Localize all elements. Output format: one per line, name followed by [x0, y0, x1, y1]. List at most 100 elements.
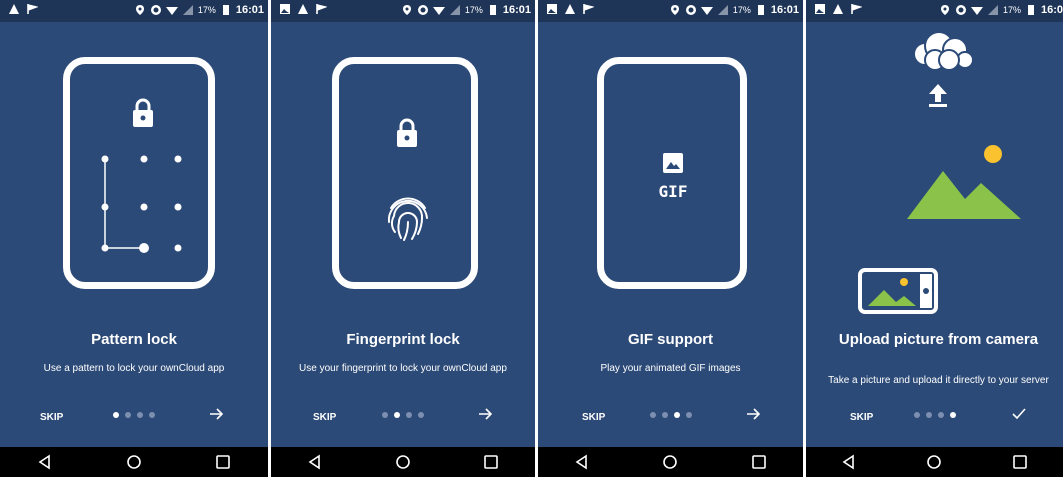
- back-icon[interactable]: [839, 452, 859, 472]
- battery-percent: 17%: [1002, 5, 1021, 15]
- screen-title: GIF support: [628, 331, 713, 348]
- warning-icon: [9, 4, 19, 14]
- page-dot-2: [925, 412, 932, 418]
- screen-subtitle: Use your fingerprint to lock your ownClo…: [299, 363, 507, 374]
- status-bar: 17% 16:01: [538, 0, 803, 22]
- page-dot-1: [649, 412, 656, 418]
- home-icon[interactable]: [660, 452, 680, 472]
- arrow-right-icon[interactable]: [745, 406, 761, 422]
- back-icon[interactable]: [305, 452, 325, 472]
- battery-icon: [489, 5, 496, 15]
- location-icon: [670, 5, 679, 15]
- onboarding-screen-pattern-lock: 17% 16:01 Pattern lock Use a pattern to …: [0, 0, 268, 477]
- battery-percent: 17%: [464, 5, 483, 15]
- home-icon[interactable]: [393, 452, 413, 472]
- sync-icon: [417, 5, 428, 15]
- page-dot-1: [913, 412, 920, 418]
- checkmark-icon[interactable]: [1011, 406, 1027, 422]
- status-bar: 17% 16:01: [271, 0, 535, 22]
- warning-icon: [565, 4, 575, 14]
- image-notification-icon: [815, 4, 825, 14]
- home-icon[interactable]: [124, 452, 144, 472]
- recents-icon[interactable]: [213, 452, 233, 472]
- screen-subtitle: Play your animated GIF images: [600, 363, 741, 374]
- location-icon: [402, 5, 411, 15]
- page-dot-3: [673, 412, 680, 418]
- page-dot-3: [406, 412, 412, 418]
- battery-icon: [757, 5, 764, 15]
- battery-icon: [1027, 5, 1034, 15]
- onboarding-screen-fingerprint-lock: 17% 16:01 Fingerprint lock Use your fing…: [271, 0, 535, 477]
- home-icon[interactable]: [924, 452, 944, 472]
- page-dot-3: [137, 412, 143, 418]
- page-dot-4: [949, 412, 956, 418]
- onboarding-screen-camera-upload: 17% 16:0 Upload picture from camera Take…: [806, 0, 1063, 477]
- page-dot-3: [937, 412, 944, 418]
- arrow-right-icon[interactable]: [208, 406, 224, 422]
- navigation-bar: [0, 447, 268, 477]
- navigation-bar: [806, 447, 1063, 477]
- recents-icon[interactable]: [1010, 452, 1030, 472]
- sync-icon: [685, 5, 696, 15]
- back-icon[interactable]: [572, 452, 592, 472]
- status-bar: 17% 16:0: [806, 0, 1063, 22]
- back-icon[interactable]: [35, 452, 55, 472]
- clock: 16:01: [770, 4, 799, 16]
- recents-icon[interactable]: [481, 452, 501, 472]
- wifi-icon: [970, 7, 983, 15]
- battery-percent: 17%: [732, 5, 751, 15]
- clock: 16:01: [502, 4, 531, 16]
- battery-icon: [222, 5, 229, 15]
- warning-icon: [833, 4, 843, 14]
- flag-icon: [583, 4, 594, 14]
- navigation-bar: [271, 447, 535, 477]
- gif-label: GIF: [658, 182, 688, 201]
- navigation-bar: [538, 447, 803, 477]
- flag-icon: [851, 4, 862, 14]
- page-dot-2: [394, 412, 400, 418]
- phone-illustration: [332, 57, 478, 289]
- screen-subtitle: Take a picture and upload it directly to…: [828, 375, 1049, 386]
- screen-subtitle: Use a pattern to lock your ownCloud app: [43, 363, 225, 374]
- signal-icon: [987, 5, 998, 15]
- wifi-icon: [432, 7, 445, 15]
- page-dot-1: [113, 412, 119, 418]
- recents-icon[interactable]: [749, 452, 769, 472]
- phone-camera-icon: [858, 268, 938, 314]
- sync-icon: [955, 5, 966, 15]
- image-notification-icon: [547, 4, 557, 14]
- wifi-icon: [700, 7, 713, 15]
- landscape-picture-icon: [907, 145, 1021, 219]
- location-icon: [940, 5, 949, 15]
- battery-percent: 17%: [197, 5, 216, 15]
- fingerprint-icon: [387, 197, 428, 241]
- page-dot-4: [149, 412, 155, 418]
- image-icon: [663, 153, 683, 173]
- lock-icon: [397, 118, 417, 147]
- screen-title: Pattern lock: [91, 331, 177, 348]
- flag-icon: [27, 4, 38, 14]
- pattern-grid-icon: [101, 155, 182, 253]
- page-indicator: [271, 412, 535, 418]
- location-icon: [135, 5, 144, 15]
- screen-title: Fingerprint lock: [346, 331, 460, 348]
- signal-icon: [717, 5, 728, 15]
- page-dot-2: [661, 412, 668, 418]
- page-indicator: [0, 412, 268, 418]
- cloud-icon: [913, 31, 974, 71]
- lock-icon: [133, 98, 153, 127]
- page-dot-1: [382, 412, 388, 418]
- signal-icon: [449, 5, 460, 15]
- clock: 16:01: [235, 4, 264, 16]
- page-dot-4: [418, 412, 424, 418]
- upload-arrow-icon: [929, 84, 947, 107]
- status-bar: 17% 16:01: [0, 0, 268, 22]
- page-dot-2: [125, 412, 131, 418]
- page-indicator: [538, 412, 803, 418]
- image-notification-icon: [280, 4, 290, 14]
- clock: 16:0: [1040, 4, 1063, 16]
- screen-title: Upload picture from camera: [838, 331, 1039, 348]
- arrow-right-icon[interactable]: [477, 406, 493, 422]
- sync-icon: [150, 5, 161, 15]
- warning-icon: [298, 4, 308, 14]
